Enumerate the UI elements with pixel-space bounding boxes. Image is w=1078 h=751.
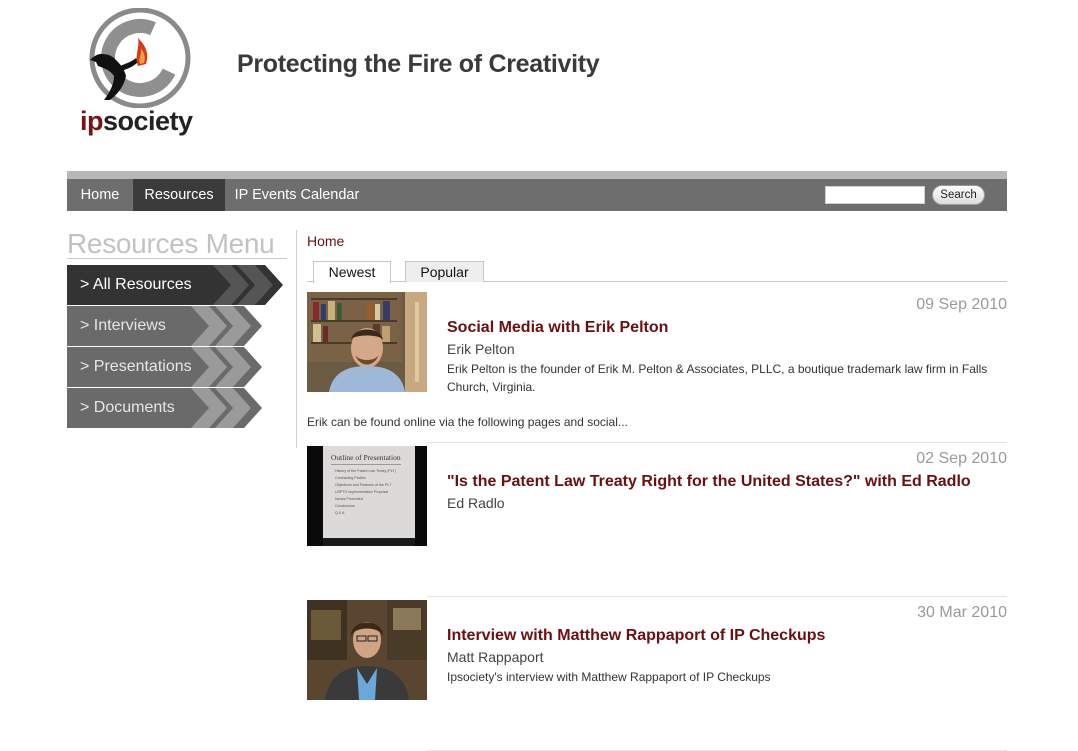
item-divider [427, 442, 1007, 443]
menu-item-all-resources[interactable]: > All Resources [67, 265, 283, 305]
nav-item-home[interactable]: Home [67, 179, 133, 211]
item-divider [427, 596, 1007, 597]
resource-author: Erik Pelton [447, 341, 515, 357]
menu-item-label: > Presentations [80, 358, 192, 375]
column-divider [296, 230, 297, 448]
slide-line: Q & A [335, 511, 345, 515]
interview-thumbnail-image [307, 292, 427, 392]
nav-item-resources[interactable]: Resources [133, 179, 225, 211]
tab-popular[interactable]: Popular [405, 261, 484, 282]
logo-word-society: society [103, 106, 193, 136]
menu-item-documents[interactable]: > Documents [67, 388, 262, 428]
resource-description: Ipsociety's interview with Matthew Rappa… [447, 670, 771, 684]
resource-title-link[interactable]: "Is the Patent Law Treaty Right for the … [447, 473, 971, 491]
menu-item-interviews[interactable]: > Interviews [67, 306, 262, 346]
menu-item-label: > Interviews [80, 317, 166, 334]
slide-line: Objectives and Features of the PLT [335, 483, 392, 487]
resource-title-link[interactable]: Interview with Matthew Rappaport of IP C… [447, 627, 825, 645]
logo-word-ip: ip [80, 106, 104, 136]
search-input[interactable] [825, 186, 925, 204]
logo-wordmark: ipsociety [80, 106, 193, 137]
slide-line: Conclusions [335, 504, 355, 508]
slide-line: History of the Patent Law Treaty (PLT) [335, 469, 396, 473]
nav-item-ip-events-calendar[interactable]: IP Events Calendar [225, 179, 369, 211]
video-thumbnail[interactable]: Outline of Presentation History of the P… [307, 446, 427, 546]
tab-newest[interactable]: Newest [313, 261, 391, 283]
menu-title-divider [67, 258, 287, 259]
interview-thumbnail-image [307, 600, 427, 700]
resource-title-link[interactable]: Social Media with Erik Pelton [447, 319, 668, 337]
search-button[interactable]: Search [932, 185, 985, 205]
slide-line: USPTO Implementation Proposal [335, 490, 388, 494]
slide-line: Contracting Parties [335, 476, 366, 480]
menu-item-presentations[interactable]: > Presentations [67, 347, 262, 387]
resource-description: Erik Pelton is the founder of Erik M. Pe… [447, 362, 988, 394]
nav-top-border [67, 171, 1007, 179]
copyright-flame-logo-icon [89, 7, 191, 109]
resource-author: Ed Radlo [447, 495, 505, 511]
presentation-slide-thumbnail: Outline of Presentation History of the P… [307, 446, 427, 546]
menu-item-label: > Documents [80, 399, 175, 416]
site-tagline: Protecting the Fire of Creativity [237, 50, 600, 78]
resource-author: Matt Rappaport [447, 649, 544, 665]
resource-date: 30 Mar 2010 [917, 604, 1007, 621]
slide-title: Outline of Presentation [331, 453, 401, 462]
resource-excerpt: Erik can be found online via the followi… [307, 415, 628, 429]
menu-item-label: > All Resources [80, 276, 192, 293]
video-thumbnail[interactable] [307, 600, 427, 700]
breadcrumb[interactable]: Home [307, 233, 344, 249]
video-thumbnail[interactable] [307, 292, 427, 392]
resources-menu-title: Resources Menu [67, 228, 275, 259]
resource-date: 02 Sep 2010 [916, 450, 1007, 467]
resource-date: 09 Sep 2010 [916, 296, 1007, 313]
main-nav: Home Resources IP Events Calendar Search [67, 179, 1007, 211]
slide-line: Issues Presented [335, 497, 363, 501]
